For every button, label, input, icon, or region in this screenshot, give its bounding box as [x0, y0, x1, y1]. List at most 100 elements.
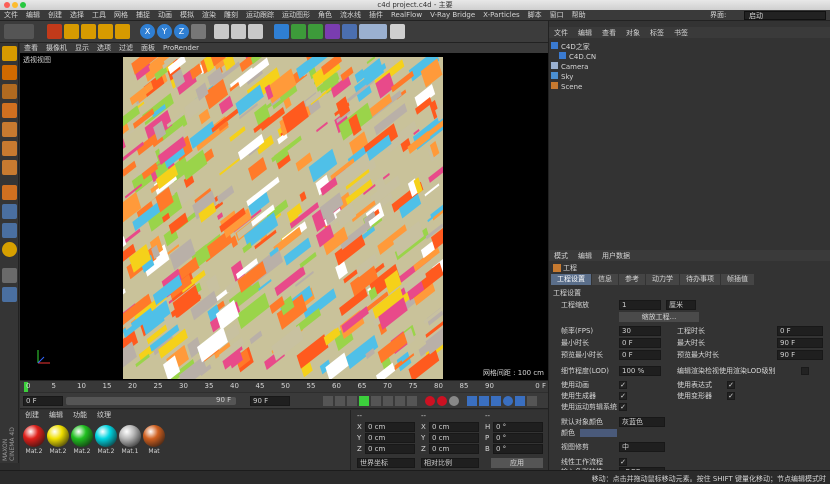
snap-icon[interactable] — [2, 223, 17, 238]
object-row[interactable]: Scene — [551, 82, 582, 92]
zoom-window-icon[interactable] — [20, 2, 26, 8]
viewport-menu-item[interactable]: 查看 — [20, 43, 42, 53]
use-animation-checkbox[interactable]: ✓ — [619, 381, 627, 389]
menu-item[interactable]: 运动跟踪 — [242, 10, 278, 21]
linear-workflow-checkbox[interactable]: ✓ — [619, 458, 627, 466]
scale-key-icon[interactable] — [479, 396, 489, 406]
material-swatch[interactable] — [71, 425, 93, 447]
material-swatch[interactable] — [119, 425, 141, 447]
object-menu-item[interactable]: 书签 — [669, 28, 693, 38]
attribute-tab[interactable]: 工程设置 — [551, 274, 591, 285]
soft-selection-icon[interactable] — [2, 242, 17, 257]
next-key-icon[interactable] — [383, 396, 393, 406]
enable-axis-icon[interactable] — [2, 185, 17, 200]
min-time-field[interactable]: 0 F — [619, 338, 661, 348]
viewport-menu-item[interactable]: 摄像机 — [42, 43, 71, 53]
coord-rotation-field[interactable]: 0 ° — [493, 422, 543, 432]
object-menu-item[interactable]: 编辑 — [573, 28, 597, 38]
coord-system-select[interactable]: 世界坐标 — [357, 458, 415, 468]
coord-position-field[interactable]: 0 cm — [365, 433, 415, 443]
max-time-field[interactable]: 90 F — [777, 338, 823, 348]
attribute-tab[interactable]: 待办事项 — [680, 274, 720, 285]
project-scale-unit[interactable]: 厘米 — [666, 300, 696, 310]
attribute-menu-item[interactable]: 编辑 — [573, 251, 597, 261]
coord-rotation-field[interactable]: 0 ° — [493, 444, 543, 454]
recent-tool-icon[interactable] — [115, 24, 130, 39]
start-frame-field[interactable]: 0 F — [23, 396, 63, 406]
light-icon[interactable] — [390, 24, 405, 39]
menu-item[interactable]: 工具 — [88, 10, 110, 21]
material-menu-item[interactable]: 创建 — [20, 410, 44, 420]
pla-key-icon[interactable] — [515, 396, 525, 406]
timeline-menu-icon[interactable] — [527, 396, 537, 406]
x-axis-toggle[interactable]: X — [140, 24, 155, 39]
menu-item[interactable]: 帮助 — [568, 10, 590, 21]
attribute-menu-item[interactable]: 用户数据 — [597, 251, 635, 261]
viewport-menu-item[interactable]: 过滤 — [115, 43, 137, 53]
menu-item[interactable]: 创建 — [44, 10, 66, 21]
menu-item[interactable]: X-Particles — [479, 10, 523, 21]
menu-item[interactable]: 插件 — [365, 10, 387, 21]
material-menu-item[interactable]: 编辑 — [44, 410, 68, 420]
use-expression-checkbox[interactable]: ✓ — [727, 381, 735, 389]
viewport-menu-item[interactable]: 选项 — [93, 43, 115, 53]
coord-size-field[interactable]: 0 cm — [429, 422, 479, 432]
object-menu-item[interactable]: 查看 — [597, 28, 621, 38]
camera-icon[interactable] — [359, 24, 387, 39]
tweak-mode-icon[interactable] — [2, 204, 17, 219]
render-picture-viewer-icon[interactable] — [231, 24, 246, 39]
position-key-icon[interactable] — [467, 396, 477, 406]
attribute-tab[interactable]: 帧插值 — [721, 274, 754, 285]
material-swatch[interactable] — [95, 425, 117, 447]
minimize-window-icon[interactable] — [12, 2, 18, 8]
make-editable-icon[interactable] — [2, 46, 17, 61]
live-select-icon[interactable] — [47, 24, 62, 39]
move-icon[interactable] — [64, 24, 79, 39]
attribute-tab[interactable]: 参考 — [619, 274, 645, 285]
use-deformers-checkbox[interactable]: ✓ — [727, 392, 735, 400]
apply-button[interactable]: 应用 — [491, 458, 543, 468]
timeline-ruler[interactable]: 0 F 0 5 10 15 20 25 30 35 40 45 50 55 60 65 70 75 80 85 90 — [20, 380, 548, 392]
layout-select[interactable]: 启动 — [744, 11, 826, 20]
menu-item[interactable]: 动画 — [154, 10, 176, 21]
attribute-menu-item[interactable]: 模式 — [549, 251, 573, 261]
edges-mode-icon[interactable] — [2, 141, 17, 156]
points-mode-icon[interactable] — [2, 122, 17, 137]
menu-item[interactable]: 网格 — [110, 10, 132, 21]
rotation-key-icon[interactable] — [491, 396, 501, 406]
menu-item[interactable]: 捕捉 — [132, 10, 154, 21]
menu-item[interactable]: 模拟 — [176, 10, 198, 21]
end-frame-field[interactable]: 90 F — [250, 396, 290, 406]
play-icon[interactable] — [359, 396, 369, 406]
render-settings-icon[interactable] — [248, 24, 263, 39]
scale-project-button[interactable]: 缩放工程... — [619, 312, 699, 322]
use-generators-checkbox[interactable]: ✓ — [619, 392, 627, 400]
model-mode-icon[interactable] — [2, 65, 17, 80]
material-menu-item[interactable]: 功能 — [68, 410, 92, 420]
coord-position-field[interactable]: 0 cm — [365, 422, 415, 432]
menu-item[interactable]: 角色 — [314, 10, 336, 21]
autokey-icon[interactable] — [437, 396, 447, 406]
goto-start-icon[interactable] — [323, 396, 333, 406]
object-row[interactable]: C4D.CN — [551, 52, 596, 62]
view-clip-select[interactable]: 中 — [619, 442, 665, 452]
polygons-mode-icon[interactable] — [2, 160, 17, 175]
undo-redo-icon[interactable] — [4, 24, 34, 39]
render-view-icon[interactable] — [214, 24, 229, 39]
menu-item[interactable]: 渲染 — [198, 10, 220, 21]
object-menu-item[interactable]: 文件 — [549, 28, 573, 38]
deformer-icon[interactable] — [325, 24, 340, 39]
environment-icon[interactable] — [342, 24, 357, 39]
material-menu-item[interactable]: 纹理 — [92, 410, 116, 420]
attribute-tab[interactable]: 信息 — [592, 274, 618, 285]
lod-field[interactable]: 100 % — [619, 366, 661, 376]
coordinate-system-icon[interactable] — [191, 24, 206, 39]
menu-item[interactable]: 流水线 — [336, 10, 365, 21]
viewport-menu-item[interactable]: 面板 — [137, 43, 159, 53]
keyframe-selection-icon[interactable] — [449, 396, 459, 406]
close-window-icon[interactable] — [4, 2, 10, 8]
coord-size-field[interactable]: 0 cm — [429, 444, 479, 454]
scale-icon[interactable] — [81, 24, 96, 39]
workplane-icon[interactable] — [2, 103, 17, 118]
project-duration-field[interactable]: 0 F — [777, 326, 823, 336]
